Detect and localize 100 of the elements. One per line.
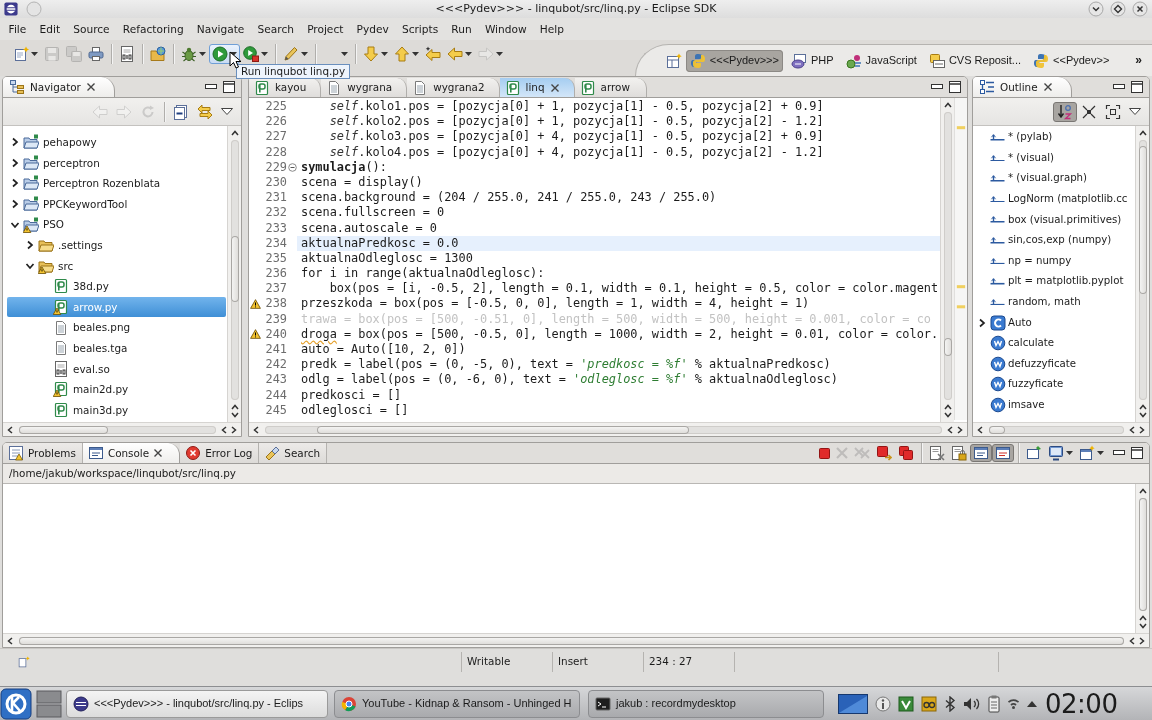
- caret-icon[interactable]: [199, 51, 206, 56]
- tree-item[interactable]: perceptron: [7, 152, 226, 174]
- editor-tab[interactable]: wygrana: [321, 78, 408, 97]
- chevron-right-icon[interactable]: [977, 317, 987, 328]
- menu-item[interactable]: Navigate: [190, 20, 251, 38]
- maximize-icon[interactable]: [1131, 81, 1143, 93]
- perspective-button[interactable]: CVS Reposit...: [924, 49, 1026, 72]
- perspective-button[interactable]: <<Pydev>>: [1029, 49, 1114, 72]
- caret-icon[interactable]: [261, 51, 268, 56]
- menu-item[interactable]: Project: [300, 20, 350, 38]
- chevron-right-icon[interactable]: [1138, 636, 1145, 645]
- info-icon[interactable]: [875, 695, 891, 712]
- tree-item[interactable]: plt = matplotlib.pyplot: [974, 271, 1134, 292]
- maximize-button[interactable]: [1110, 1, 1126, 17]
- chevron-up-icon[interactable]: [1138, 130, 1147, 136]
- chevron-down-icon[interactable]: [1138, 412, 1147, 418]
- tree-item[interactable]: * (pylab): [974, 127, 1134, 148]
- menu-item[interactable]: Source: [66, 20, 117, 38]
- tree-item[interactable]: defuzzyficate: [974, 353, 1134, 375]
- view-tab[interactable]: Console: [82, 443, 181, 463]
- tree-item[interactable]: beales.tga: [7, 337, 226, 359]
- menu-item[interactable]: Scripts: [395, 20, 445, 38]
- chevron-up-icon[interactable]: [230, 130, 239, 136]
- wifi-icon[interactable]: [1007, 698, 1020, 709]
- tree-item[interactable]: imsave: [974, 394, 1134, 416]
- tree-item[interactable]: Auto: [974, 312, 1134, 333]
- tree-item[interactable]: pehapowy: [7, 132, 226, 153]
- caret-icon[interactable]: [465, 51, 472, 56]
- chevron-down-icon[interactable]: [1138, 623, 1147, 629]
- taskbar-button[interactable]: YouTube - Kidnap & Ransom - Unhinged H: [334, 689, 580, 718]
- minimize-icon[interactable]: [931, 84, 943, 90]
- minimize-icon[interactable]: [205, 84, 217, 90]
- view-tab[interactable]: Problems: [3, 443, 83, 463]
- tree-item[interactable]: fuzzyficate: [974, 374, 1134, 395]
- scrollbar[interactable]: [973, 422, 1149, 436]
- scrollbar[interactable]: [249, 422, 967, 436]
- menu-item[interactable]: Search: [250, 20, 301, 38]
- fold-icon[interactable]: [287, 162, 297, 172]
- caret-icon[interactable]: [341, 51, 348, 56]
- chevron-left-icon[interactable]: [1129, 425, 1136, 434]
- caret-icon[interactable]: [381, 51, 388, 56]
- close-icon[interactable]: [85, 82, 96, 92]
- menu-item[interactable]: Pydev: [349, 20, 396, 38]
- chevron-up-icon[interactable]: [943, 102, 952, 108]
- chevron-left-icon[interactable]: [7, 636, 14, 645]
- maximize-icon[interactable]: [1131, 447, 1143, 459]
- new-console-icon[interactable]: [1079, 445, 1095, 461]
- taskbar-button[interactable]: jakub : recordmydesktop: [588, 689, 824, 718]
- scrollbar-thumb[interactable]: [943, 338, 952, 356]
- chevron-left-icon[interactable]: [947, 425, 954, 434]
- tree-item[interactable]: eval.so: [7, 358, 226, 380]
- scrollbar[interactable]: [3, 422, 241, 436]
- tree-item[interactable]: * (visual.graph): [974, 168, 1134, 189]
- caret-up-icon[interactable]: [1027, 700, 1037, 707]
- caret-icon[interactable]: [412, 51, 419, 56]
- minimize-icon[interactable]: [1113, 450, 1125, 456]
- bluetooth-icon[interactable]: [944, 695, 956, 712]
- tree-item[interactable]: random, math: [974, 291, 1134, 313]
- scrollbar-thumb[interactable]: [230, 236, 239, 302]
- download-icon[interactable]: [898, 695, 914, 712]
- run-icon[interactable]: [212, 45, 228, 62]
- scrollbar[interactable]: [940, 98, 954, 422]
- perspective-button[interactable]: PHP: [786, 49, 838, 72]
- open-perspective-icon[interactable]: [665, 52, 682, 69]
- close-icon[interactable]: [1042, 82, 1053, 92]
- chevron-left-icon[interactable]: [977, 425, 984, 434]
- chevron-left-icon[interactable]: [1129, 636, 1136, 645]
- menu-item[interactable]: Window: [478, 20, 534, 38]
- chevron-up-icon[interactable]: [1138, 615, 1147, 621]
- chevron-right-icon[interactable]: [956, 425, 963, 434]
- close-icon[interactable]: [153, 448, 164, 458]
- editor-tab[interactable]: kayou: [249, 78, 322, 97]
- minimize-icon[interactable]: [1113, 84, 1125, 90]
- scrollbar[interactable]: [1135, 484, 1149, 633]
- screen-icon[interactable]: [838, 693, 868, 714]
- chevron-right-icon[interactable]: [1138, 425, 1145, 434]
- view-tab[interactable]: Outline: [973, 77, 1072, 97]
- chevron-right-icon[interactable]: [10, 199, 20, 210]
- menu-item[interactable]: Run: [444, 20, 479, 38]
- menu-item[interactable]: Refactoring: [116, 20, 191, 38]
- toolbar-button[interactable]: [240, 43, 271, 64]
- tree-item[interactable]: 38d.py: [7, 276, 226, 297]
- tree-item[interactable]: sin,cos,exp (numpy): [974, 229, 1134, 251]
- chevron-up-icon[interactable]: [1138, 488, 1147, 494]
- chevron-right-icon[interactable]: [10, 137, 20, 148]
- overflow-button[interactable]: »: [1117, 53, 1146, 68]
- taskbar-button[interactable]: <<<Pydev>>> - linqubot/src/linq.py - Eclips: [66, 689, 328, 718]
- package-icon[interactable]: [921, 695, 937, 712]
- start-menu-icon[interactable]: [0, 687, 32, 720]
- scrollbar-thumb[interactable]: [317, 425, 689, 434]
- close-icon[interactable]: [549, 82, 560, 93]
- minimize-button[interactable]: [1088, 1, 1104, 17]
- tree-item[interactable]: np = numpy: [974, 250, 1134, 272]
- app-icon[interactable]: [4, 2, 18, 16]
- new-file-icon[interactable]: [13, 45, 29, 62]
- caret-icon[interactable]: [301, 51, 308, 56]
- tree-item[interactable]: main2d.py: [7, 379, 226, 400]
- scrollbar-thumb[interactable]: [19, 636, 1124, 645]
- desktop-pager-icon[interactable]: [36, 689, 62, 718]
- scrollbar-thumb[interactable]: [19, 425, 108, 434]
